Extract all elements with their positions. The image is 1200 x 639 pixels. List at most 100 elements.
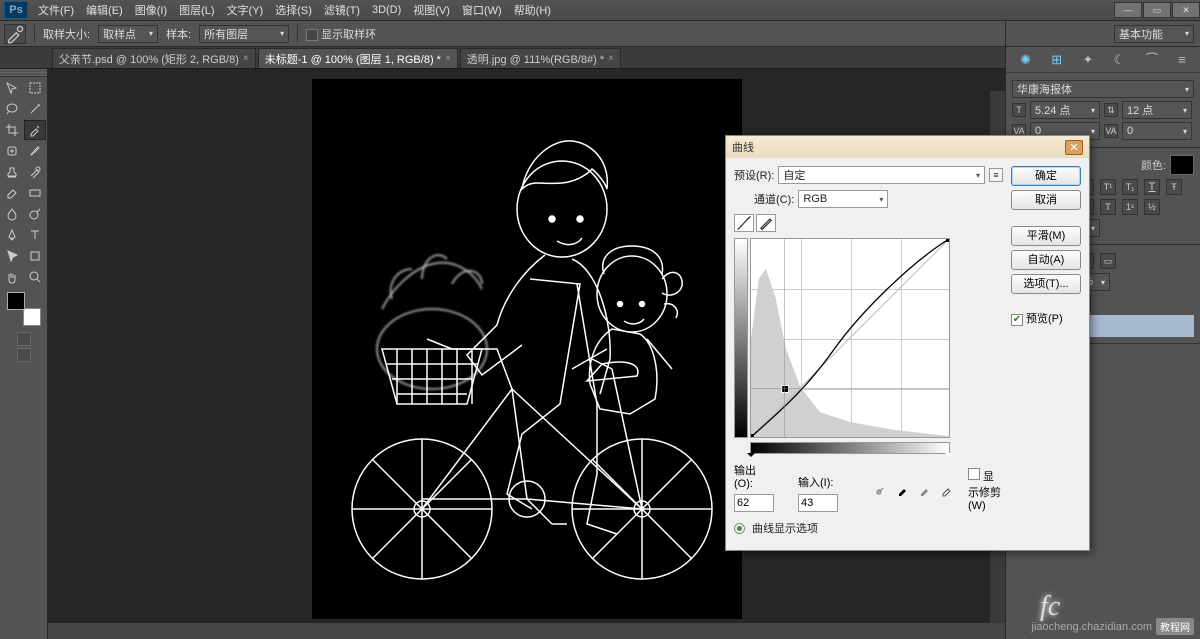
menu-layer[interactable]: 图层(L) xyxy=(173,0,220,20)
type-tool[interactable] xyxy=(24,225,46,245)
blur-tool[interactable] xyxy=(1,204,23,224)
curves-dialog[interactable]: 曲线 ✕ 预设(R): 自定▾ ≡ 通道(C): RGB▾ xyxy=(725,135,1090,551)
white-eyedropper-icon[interactable] xyxy=(940,482,954,498)
path-select-tool[interactable] xyxy=(1,246,23,266)
window-restore[interactable]: ▭ xyxy=(1143,2,1171,18)
menu-3d[interactable]: 3D(D) xyxy=(366,2,407,18)
window-close[interactable]: ✕ xyxy=(1172,2,1200,18)
cancel-button[interactable]: 取消 xyxy=(1011,190,1081,210)
sample-layers-select[interactable]: 所有图层▾ xyxy=(199,25,289,43)
healing-tool[interactable] xyxy=(1,141,23,161)
input-input[interactable] xyxy=(798,494,838,512)
menu-file[interactable]: 文件(F) xyxy=(32,0,80,20)
menu-help[interactable]: 帮助(H) xyxy=(508,0,557,20)
strike-icon[interactable]: Ŧ xyxy=(1166,179,1182,195)
color-swatches[interactable] xyxy=(7,292,41,326)
user-icon[interactable]: ⏜ xyxy=(1146,52,1159,68)
background-color-swatch[interactable] xyxy=(23,308,41,326)
leading-select[interactable]: 12 点▾ xyxy=(1122,101,1192,119)
ok-button[interactable]: 确定 xyxy=(1011,166,1081,186)
menu-image[interactable]: 图像(I) xyxy=(129,0,173,20)
wand-icon[interactable]: ✦ xyxy=(1082,52,1093,68)
options-button[interactable]: 选项(T)... xyxy=(1011,274,1081,294)
superscript-icon[interactable]: T¹ xyxy=(1100,179,1116,195)
lasso-tool[interactable] xyxy=(1,99,23,119)
curve-path xyxy=(751,239,949,437)
underline-icon[interactable]: T xyxy=(1144,179,1160,195)
doc-tab-2[interactable]: 未标题-1 @ 100% (图层 1, RGB/8) *× xyxy=(258,48,458,68)
history-brush-tool[interactable] xyxy=(24,162,46,182)
crop-tool[interactable] xyxy=(1,120,23,140)
grid-icon[interactable]: ⊞ xyxy=(1051,52,1062,68)
preview-checkbox[interactable]: ✔预览(P) xyxy=(1011,310,1081,326)
quick-mask-toggle[interactable] xyxy=(0,332,47,346)
menu-type[interactable]: 文字(Y) xyxy=(221,0,270,20)
on-image-adjust-icon[interactable] xyxy=(874,482,888,498)
auto-button[interactable]: 自动(A) xyxy=(1011,250,1081,270)
doc-tab-3[interactable]: 透明.jpg @ 111%(RGB/8#) *× xyxy=(460,48,621,68)
dialog-titlebar[interactable]: 曲线 ✕ xyxy=(726,136,1089,158)
screen-mode-toggle[interactable] xyxy=(0,348,47,362)
input-gradient[interactable] xyxy=(750,442,950,454)
show-ring-checkbox[interactable]: 显示取样环 xyxy=(306,26,376,42)
dodge-tool[interactable] xyxy=(24,204,46,224)
hand-tool[interactable] xyxy=(1,267,23,287)
black-point-slider[interactable] xyxy=(747,453,755,461)
menu-edit[interactable]: 编辑(E) xyxy=(80,0,129,20)
toolbox-grip[interactable] xyxy=(0,69,47,77)
white-point-slider[interactable] xyxy=(945,453,953,461)
menu-select[interactable]: 选择(S) xyxy=(269,0,318,20)
menu-window[interactable]: 窗口(W) xyxy=(456,0,508,20)
paw-icon[interactable]: ✺ xyxy=(1020,52,1031,68)
subscript-icon[interactable]: T₁ xyxy=(1122,179,1138,195)
pen-tool[interactable] xyxy=(1,225,23,245)
curve-mode-icon[interactable] xyxy=(734,214,754,232)
foreground-color-swatch[interactable] xyxy=(7,292,25,310)
sample-label: 样本: xyxy=(166,26,191,42)
eyedropper-icon[interactable] xyxy=(4,24,26,44)
tab-close-icon[interactable]: × xyxy=(608,53,614,64)
preset-menu-icon[interactable]: ≡ xyxy=(989,168,1003,182)
menu-icon[interactable]: ≡ xyxy=(1178,52,1186,67)
pencil-mode-icon[interactable] xyxy=(756,214,776,232)
tab-close-icon[interactable]: × xyxy=(243,53,249,64)
black-eyedropper-icon[interactable] xyxy=(896,482,910,498)
frac-icon[interactable]: ½ xyxy=(1144,199,1160,215)
menu-filter[interactable]: 滤镜(T) xyxy=(318,0,366,20)
dialog-close-button[interactable]: ✕ xyxy=(1065,140,1083,155)
brush-tool[interactable] xyxy=(24,141,46,161)
curve-display-radio[interactable] xyxy=(734,523,745,534)
doc-tab-1[interactable]: 父亲节.psd @ 100% (矩形 2, RGB/8)× xyxy=(52,48,256,68)
workspace-switcher[interactable]: 基本功能▾ xyxy=(1006,21,1200,47)
tracking-select[interactable]: 0▾ xyxy=(1122,122,1192,140)
wand-tool[interactable] xyxy=(24,99,46,119)
t1-icon[interactable]: T xyxy=(1100,199,1116,215)
output-input[interactable] xyxy=(734,494,774,512)
shape-tool[interactable] xyxy=(24,246,46,266)
filter-smart-icon[interactable]: ▭ xyxy=(1100,253,1116,269)
eraser-tool[interactable] xyxy=(1,183,23,203)
move-tool[interactable] xyxy=(1,78,23,98)
extension-icons: ✺ ⊞ ✦ ☾ ⏜ ≡ xyxy=(1006,47,1200,73)
sample-size-select[interactable]: 取样点▾ xyxy=(98,25,158,43)
1st-icon[interactable]: 1ˢ xyxy=(1122,199,1138,215)
window-minimize[interactable]: — xyxy=(1114,2,1142,18)
gradient-tool[interactable] xyxy=(24,183,46,203)
stamp-tool[interactable] xyxy=(1,162,23,182)
gray-eyedropper-icon[interactable] xyxy=(918,482,932,498)
curve-graph[interactable] xyxy=(750,238,950,438)
smooth-button[interactable]: 平滑(M) xyxy=(1011,226,1081,246)
show-clipping-checkbox[interactable]: 显示修剪(W) xyxy=(968,468,1003,512)
preset-select[interactable]: 自定▾ xyxy=(778,166,985,184)
font-size-select[interactable]: 5.24 点▾ xyxy=(1030,101,1100,119)
channel-select[interactable]: RGB▾ xyxy=(798,190,888,208)
zoom-tool[interactable] xyxy=(24,267,46,287)
font-family-select[interactable]: 华康海报体▾ xyxy=(1012,80,1194,98)
text-color-swatch[interactable] xyxy=(1170,155,1194,175)
marquee-tool[interactable] xyxy=(24,78,46,98)
menu-view[interactable]: 视图(V) xyxy=(407,0,456,20)
eyedropper-tool[interactable] xyxy=(24,120,46,140)
moon-icon[interactable]: ☾ xyxy=(1114,52,1126,68)
tab-close-icon[interactable]: × xyxy=(445,53,451,64)
document-canvas[interactable] xyxy=(312,79,742,619)
